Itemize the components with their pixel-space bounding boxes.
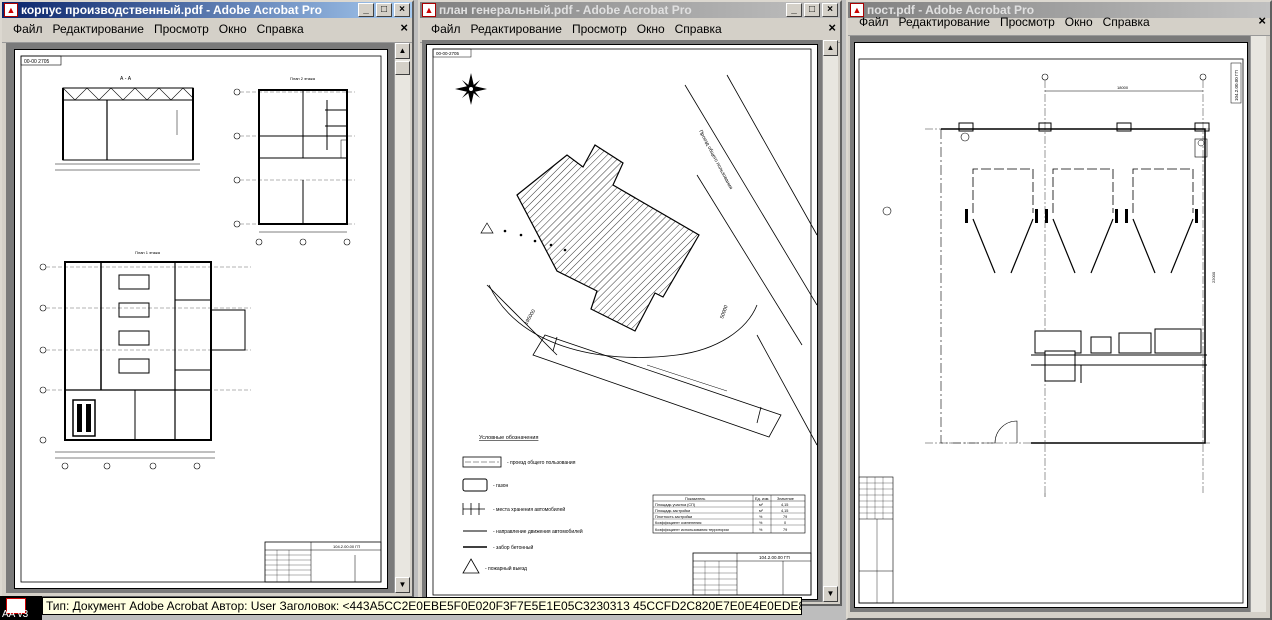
scroll-down-button[interactable]: ▼ [823, 586, 838, 602]
svg-text:м²: м² [759, 509, 764, 513]
menu-view[interactable]: Просмотр [567, 22, 632, 36]
svg-text:Коэффициент использования терр: Коэффициент использования территории [655, 528, 729, 532]
stamp-top: 104.2.00.00 ГП [1234, 70, 1239, 101]
legend-title: Условные обозначения [479, 435, 538, 441]
scroll-down-button[interactable]: ▼ [395, 577, 410, 593]
svg-text:Ед. изм.: Ед. изм. [755, 497, 769, 501]
stamp-top: 00-00 2705 [24, 59, 50, 65]
acrobat-window-post[interactable]: ▲ пост.pdf - Adobe Acrobat Pro Файл Реда… [846, 0, 1272, 620]
svg-text:4,15: 4,15 [781, 509, 788, 513]
svg-text:79: 79 [783, 515, 787, 519]
file-info-tooltip: Тип: Документ Adobe Acrobat Автор: User … [42, 597, 802, 615]
compass-rose [455, 73, 487, 105]
taskbar-corner: AA v3 [0, 596, 42, 620]
menu-help[interactable]: Справка [670, 22, 727, 36]
svg-text:Коэффициент озеленения: Коэффициент озеленения [655, 521, 702, 525]
svg-text:Значение: Значение [777, 497, 794, 501]
menu-help[interactable]: Справка [252, 22, 309, 36]
vertical-scrollbar[interactable] [1250, 36, 1266, 612]
doc-close-button[interactable]: × [1258, 13, 1266, 28]
vertical-scrollbar[interactable]: ▲ ▼ [822, 40, 838, 602]
indicators-table: Показатель Ед. изм. Значение Площадь уча… [652, 494, 806, 534]
menu-bar: Файл Редактирование Просмотр Окно Справк… [420, 19, 840, 38]
dim-side: 22000 [1211, 271, 1216, 283]
acrobat-window-general-plan[interactable]: ▲ план генеральный.pdf - Adobe Acrobat P… [418, 0, 842, 606]
dim1: 195000 [524, 308, 538, 326]
menu-view[interactable]: Просмотр [149, 22, 214, 36]
pdf-page: 104.2.00.00 ГП 18000 22000 [854, 42, 1248, 608]
title-code: 104.2.00.00 ГП [333, 544, 360, 549]
acrobat-window-production[interactable]: ▲ корпус производственный.pdf - Adobe Ac… [0, 0, 414, 598]
vertical-scrollbar[interactable]: ▲ ▼ [394, 43, 410, 593]
menu-bar: Файл Редактирование Просмотр Окно Справк… [848, 12, 1270, 31]
menu-edit[interactable]: Редактирование [894, 15, 995, 29]
pdf-page: 00-00 2705 А - А План 2 этажа План 1 эта… [14, 49, 388, 589]
menu-window[interactable]: Окно [632, 22, 670, 36]
pdf-page: 00-00-2705 Проезд общего пользования 195… [426, 44, 818, 600]
doc-close-button[interactable]: × [400, 20, 408, 35]
site-plan-drawing: 00-00-2705 Проезд общего пользования 195… [432, 48, 817, 596]
legend-fire-exit: - пожарный выезд [485, 565, 527, 572]
menu-file[interactable]: Файл [426, 22, 466, 36]
title-code: 104.2.00.00 ГП [759, 555, 790, 560]
plan1-label: План 2 этажа [290, 76, 316, 81]
svg-text:м²: м² [759, 503, 764, 507]
window-title: план генеральный.pdf - Adobe Acrobat Pro [439, 3, 692, 17]
close-button[interactable]: × [394, 3, 410, 17]
maximize-button[interactable]: □ [804, 3, 820, 17]
legend-road: - проезд общего пользования [507, 460, 576, 466]
post-plan-drawing: 104.2.00.00 ГП 18000 22000 [858, 58, 1244, 604]
doc-close-button[interactable]: × [828, 20, 836, 35]
menu-edit[interactable]: Редактирование [48, 22, 149, 36]
legend-fence: - забор бетонный [493, 544, 533, 551]
window-title: корпус производственный.pdf - Adobe Acro… [21, 3, 322, 17]
svg-text:Показатель: Показатель [685, 497, 705, 501]
maximize-button[interactable]: □ [376, 3, 392, 17]
legend-direction: - направление движения автомобилей [493, 528, 583, 535]
close-button[interactable]: × [822, 3, 838, 17]
road-label: Проезд общего пользования [697, 129, 734, 191]
legend-lawn: - газон [493, 483, 509, 489]
svg-text:0: 0 [784, 521, 786, 525]
scroll-up-button[interactable]: ▲ [395, 43, 410, 59]
menu-window[interactable]: Окно [214, 22, 252, 36]
menu-window[interactable]: Окно [1060, 15, 1098, 29]
floor-plan-drawing: 00-00 2705 А - А План 2 этажа План 1 эта… [20, 55, 382, 583]
scroll-up-button[interactable]: ▲ [823, 40, 838, 56]
menu-file[interactable]: Файл [8, 22, 48, 36]
menu-bar: Файл Редактирование Просмотр Окно Справк… [2, 19, 412, 38]
document-view[interactable]: 104.2.00.00 ГП 18000 22000 [850, 36, 1250, 612]
svg-text:4,15: 4,15 [781, 503, 788, 507]
svg-text:%: % [759, 528, 763, 532]
title-bar[interactable]: ▲ корпус производственный.pdf - Adobe Ac… [2, 2, 412, 18]
svg-text:79: 79 [783, 528, 787, 532]
svg-text:Плотность застройки: Плотность застройки [655, 515, 692, 519]
dim2: 50000 [719, 304, 729, 319]
svg-text:Площадь участка (СП): Площадь участка (СП) [655, 503, 696, 507]
svg-text:Площадь застройки: Площадь застройки [655, 509, 690, 513]
legend-parking: - места хранения автомобилей [493, 506, 565, 513]
section-label: А - А [120, 76, 132, 82]
dim-top: 18000 [1117, 85, 1129, 90]
title-bar[interactable]: ▲ план генеральный.pdf - Adobe Acrobat P… [420, 2, 840, 18]
pdf-icon: ▲ [4, 3, 18, 17]
stamp-top: 00-00-2705 [436, 51, 460, 56]
building-footprint [516, 144, 700, 332]
pdf-icon: ▲ [422, 3, 436, 17]
svg-text:%: % [759, 515, 763, 519]
menu-edit[interactable]: Редактирование [466, 22, 567, 36]
menu-help[interactable]: Справка [1098, 15, 1155, 29]
menu-view[interactable]: Просмотр [995, 15, 1060, 29]
minimize-button[interactable]: _ [358, 3, 374, 17]
corner-label: AA v3 [2, 609, 29, 620]
svg-text:%: % [759, 521, 763, 525]
plan2-label: План 1 этажа [135, 250, 161, 255]
document-view[interactable]: 00-00-2705 Проезд общего пользования 195… [422, 40, 822, 602]
document-view[interactable]: 00-00 2705 А - А План 2 этажа План 1 эта… [6, 43, 394, 593]
menu-file[interactable]: Файл [854, 15, 894, 29]
minimize-button[interactable]: _ [786, 3, 802, 17]
scroll-thumb[interactable] [395, 61, 410, 75]
